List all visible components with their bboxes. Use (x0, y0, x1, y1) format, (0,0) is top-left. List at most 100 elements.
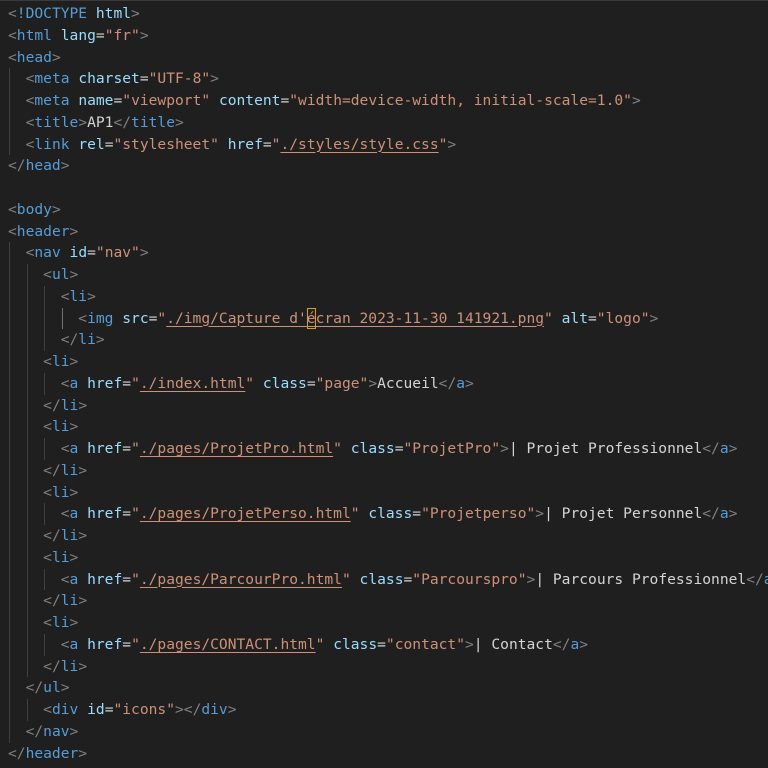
code-line[interactable]: <a href="./index.html" class="page">Accu… (0, 372, 768, 395)
text-token: = (280, 92, 290, 109)
code-line[interactable]: <a href="./pages/ProjetPro.html" class="… (0, 438, 768, 460)
code-line[interactable]: <li> (0, 285, 768, 308)
tag-bracket-token: > (69, 418, 79, 436)
code-line[interactable]: <meta name="viewport" content="width=dev… (0, 90, 768, 112)
tag-bracket-token: < (43, 701, 52, 718)
code-line[interactable]: <header> (0, 221, 768, 243)
tag-bracket-token: </ (8, 157, 26, 175)
code-line[interactable]: <ul> (0, 264, 768, 286)
path-link-token[interactable]: cran 2023-11-30 141921.png (316, 310, 544, 327)
tag-name-token: head (25, 157, 61, 175)
path-link-token[interactable]: ./pages/ProjetPro.html (140, 440, 333, 457)
tag-bracket-token: > (78, 527, 88, 544)
path-link-token[interactable]: ./img/Capture d' (166, 310, 307, 327)
path-link-token[interactable]: ./pages/CONTACT.html (140, 636, 316, 653)
code-line[interactable]: <meta charset="UTF-8"> (0, 68, 768, 90)
code-line[interactable]: <!DOCTYPE html> (0, 3, 768, 25)
tag-name-token: li (60, 527, 79, 544)
string-token: "width=device-width, initial-scale=1.0" (289, 92, 632, 109)
code-line[interactable]: <div id="icons"></div> (0, 699, 768, 721)
indent-guide (9, 503, 10, 525)
indent-guide (26, 285, 28, 308)
code-line[interactable]: </ul> (0, 677, 768, 699)
code-line[interactable]: </nav> (0, 720, 768, 743)
attribute-name-token: href (87, 374, 123, 392)
code-line[interactable]: <li> (0, 351, 768, 373)
tag-name-token: a (570, 635, 580, 653)
text-token: = (122, 374, 132, 392)
code-line[interactable]: <body> (0, 199, 768, 221)
string-token: " (131, 374, 140, 392)
indent-guide (44, 285, 45, 308)
code-line[interactable]: </li> (0, 329, 768, 351)
code-line[interactable]: <head> (0, 47, 768, 69)
string-token: " (333, 440, 342, 457)
indent-guide (26, 459, 28, 482)
string-token: "logo" (596, 309, 650, 327)
code-line[interactable]: <li> (0, 612, 768, 634)
code-line[interactable]: </li> (0, 590, 768, 612)
indent-guide (9, 351, 10, 373)
tag-bracket-token: > (210, 70, 219, 88)
tag-name-token: nav (43, 722, 70, 740)
code-line[interactable]: <link rel="stylesheet" href="./styles/st… (0, 133, 768, 156)
code-line[interactable]: <html lang="fr"> (0, 25, 768, 47)
string-token: " (245, 374, 255, 392)
tag-name-token: li (60, 396, 79, 414)
path-link-token[interactable]: ./index.html (140, 375, 245, 392)
code-line[interactable]: <nav id="nav"> (0, 242, 768, 264)
indent-guide (26, 546, 28, 569)
code-line[interactable]: <img src="./img/Capture d'écran 2023-11-… (0, 307, 768, 330)
tag-bracket-token: < (43, 483, 52, 501)
code-line[interactable]: <li> (0, 481, 768, 504)
tag-bracket-token: </ (43, 527, 61, 544)
code-line[interactable]: <a href="./pages/CONTACT.html" class="co… (0, 633, 768, 656)
code-area[interactable]: <!DOCTYPE html> <html lang="fr"> <head> <m… (0, 3, 768, 764)
tag-bracket-token: </ (25, 722, 44, 740)
indent-guide (26, 307, 28, 330)
tag-bracket-token: </ (43, 461, 61, 479)
code-line[interactable] (0, 177, 768, 199)
indent-guide (9, 612, 10, 634)
code-line[interactable]: <li> (0, 546, 768, 569)
indent-guide (26, 438, 28, 460)
tag-bracket-token: </ (113, 113, 132, 131)
code-line[interactable]: </head> (0, 155, 768, 177)
tag-bracket-token: > (728, 505, 738, 523)
code-line[interactable]: <title>AP1</title> (0, 111, 768, 134)
tag-bracket-token: > (579, 635, 589, 653)
code-line[interactable]: <a href="./pages/ProjetPerso.html" class… (0, 503, 768, 525)
code-line[interactable]: </header> (0, 743, 768, 765)
code-line[interactable]: <a href="./pages/ParcourPro.html" class=… (0, 568, 768, 591)
code-line[interactable]: </li> (0, 394, 768, 417)
tag-bracket-token: > (51, 48, 61, 66)
code-line[interactable]: </li> (0, 525, 768, 547)
tag-bracket-token: > (69, 222, 79, 240)
code-line[interactable]: </li> (0, 655, 768, 678)
attribute-name-token: href (87, 440, 123, 457)
tag-bracket-token: > (78, 592, 88, 610)
path-link-token[interactable]: ./styles/style.css (280, 136, 438, 153)
tag-bracket-token: > (728, 440, 738, 457)
text-token: = (95, 26, 105, 44)
tag-name-token: a (719, 440, 729, 457)
tag-bracket-token: < (43, 548, 52, 566)
cursor-highlight[interactable]: é (306, 307, 316, 330)
code-line[interactable]: <li> (0, 416, 768, 438)
tag-bracket-token: </ (43, 592, 61, 610)
code-line[interactable]: </li> (0, 459, 768, 482)
code-editor[interactable]: <!DOCTYPE html> <html lang="fr"> <head> <m… (0, 0, 768, 768)
tag-name-token: title (34, 113, 79, 131)
path-link-token[interactable]: ./pages/ParcourPro.html (140, 571, 342, 588)
tag-bracket-token: < (60, 440, 70, 457)
path-link-token[interactable]: ./pages/ProjetPerso.html (140, 505, 351, 522)
